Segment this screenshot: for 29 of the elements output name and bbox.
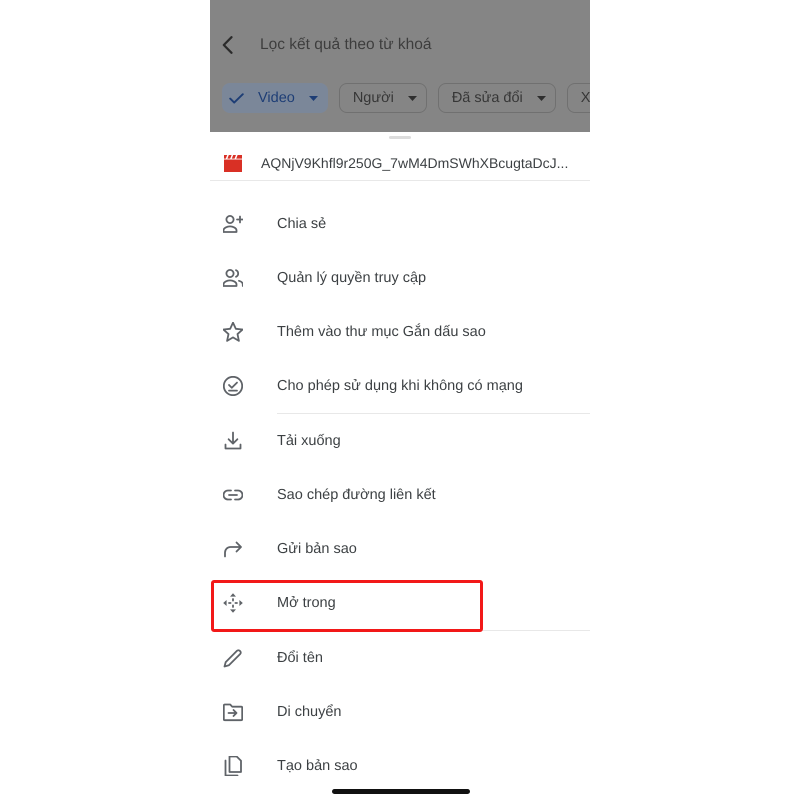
menu-item[interactable]: Cho phép sử dụng khi không có mạng	[210, 359, 590, 413]
check-icon	[229, 92, 244, 104]
download-icon	[223, 431, 243, 451]
copy-icon	[223, 756, 243, 776]
person-add-icon	[223, 214, 243, 234]
back-icon[interactable]	[222, 36, 233, 54]
caret-icon	[536, 96, 546, 100]
menu-item[interactable]: Tải xuống	[210, 414, 590, 468]
people-icon	[223, 268, 243, 288]
menu-item[interactable]: Mở trong	[210, 576, 590, 630]
file-name: AQNjV9Khfl9r250G_7wM4DmSWhXBcugtaDcJ...	[261, 155, 568, 171]
video-file-icon	[224, 154, 242, 172]
menu-item[interactable]: Gửi bản sao	[210, 522, 590, 576]
menu-item[interactable]: Chia sẻ	[210, 197, 590, 251]
caret-icon	[308, 96, 318, 100]
menu-item[interactable]: Thêm vào thư mục Gắn dấu sao	[210, 305, 590, 359]
menu-item[interactable]: Đổi tên	[210, 631, 590, 685]
caret-icon	[408, 96, 417, 100]
menu-item[interactable]: Di chuyển	[210, 685, 590, 739]
folder-arrow-icon	[223, 702, 243, 722]
menu-item[interactable]: Quản lý quyền truy cập	[210, 251, 590, 305]
curved-arrow-icon	[223, 539, 243, 559]
four-way-arrows-icon	[223, 593, 243, 613]
pencil-icon	[223, 648, 243, 668]
drag-handle[interactable]	[389, 136, 411, 139]
menu-item[interactable]: Sao chép đường liên kết	[210, 468, 590, 522]
search-field[interactable]: Lọc kết quả theo từ khoá	[260, 36, 570, 54]
star-icon	[223, 322, 243, 342]
menu-item[interactable]: Tạo bản sao	[210, 739, 590, 793]
